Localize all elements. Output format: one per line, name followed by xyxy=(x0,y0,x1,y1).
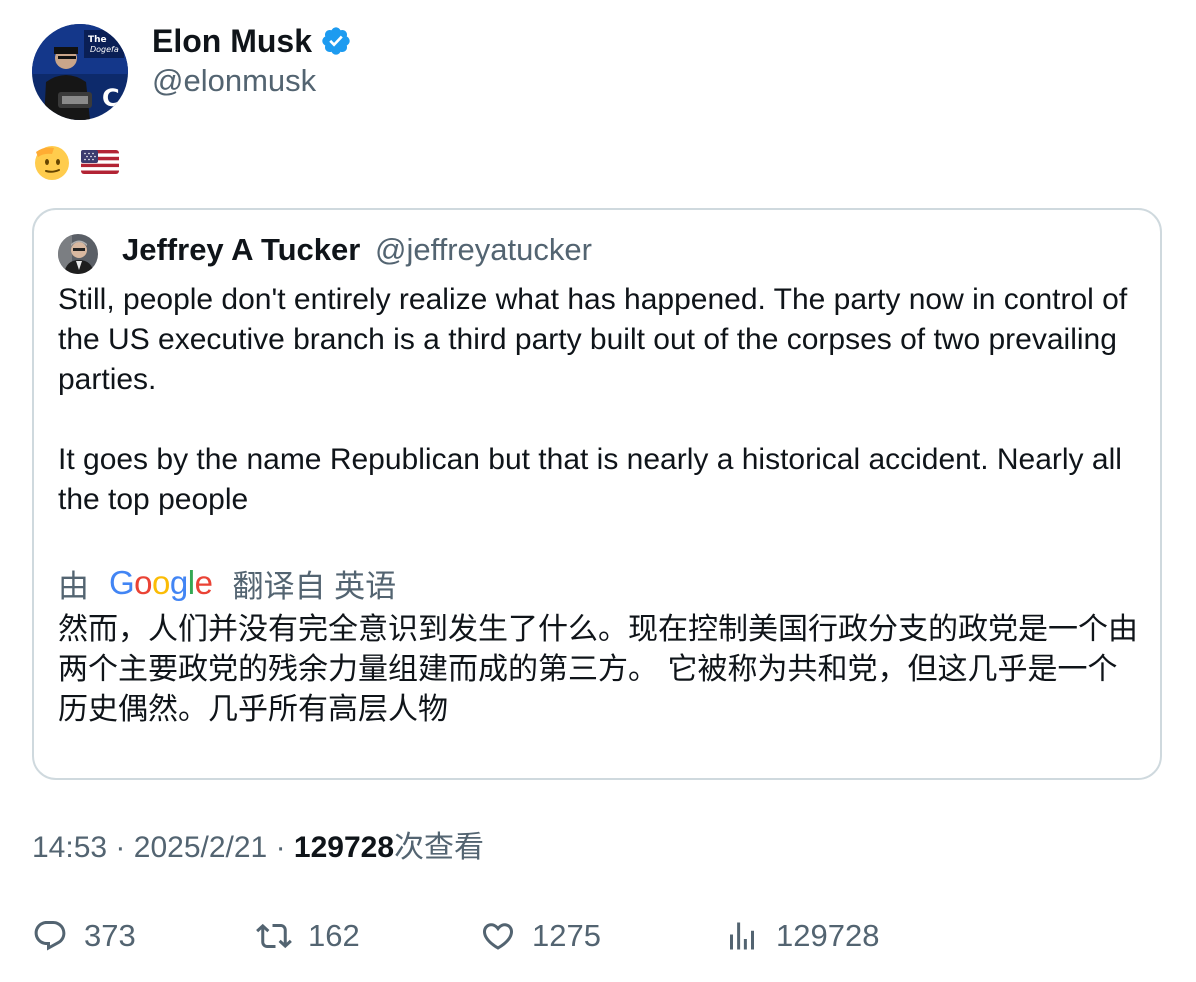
repost-count: 162 xyxy=(308,918,360,953)
reply-button[interactable]: 373 xyxy=(32,912,136,960)
google-logo: Google xyxy=(109,564,213,601)
quoted-tweet-card[interactable]: Jeffrey A Tucker @jeffreyatucker Still, … xyxy=(32,208,1162,780)
tweet-body xyxy=(32,142,120,182)
meta-separator: · xyxy=(275,831,286,864)
repost-icon xyxy=(256,923,292,949)
tweet-meta: 14:53 · 2025/2/21 · 129728次查看 xyxy=(32,826,484,870)
quoted-author-handle: @jeffreyatucker xyxy=(374,232,592,267)
like-button[interactable]: 1275 xyxy=(480,912,601,960)
meta-separator: · xyxy=(115,831,126,864)
tweet-time[interactable]: 14:53 xyxy=(32,831,107,864)
author-name[interactable]: Elon Musk xyxy=(152,22,352,60)
quoted-paragraph-2: It goes by the name Republican but that … xyxy=(58,443,1122,516)
analytics-icon xyxy=(730,922,754,950)
salute-face-icon xyxy=(35,146,69,180)
translation-attribution[interactable]: 由 Google 翻译自 英语 xyxy=(58,560,396,606)
reply-count: 373 xyxy=(84,918,136,953)
tweet-date[interactable]: 2025/2/21 xyxy=(134,831,267,864)
us-flag-icon xyxy=(81,150,119,174)
svg-text:The: The xyxy=(88,35,107,45)
repost-button[interactable]: 162 xyxy=(256,912,360,960)
author-handle[interactable]: @elonmusk xyxy=(152,62,316,100)
author-name-text: Elon Musk xyxy=(152,23,313,59)
views-count: 129728 xyxy=(293,831,395,864)
views-action-count: 129728 xyxy=(776,918,880,953)
translated-text: 然而，人们并没有完全意识到发生了什么。现在控制美国行政分支的政党是一个由两个主要… xyxy=(58,612,1138,727)
quoted-author-avatar[interactable] xyxy=(58,234,98,274)
views-label: 次查看 xyxy=(394,831,485,864)
like-count: 1275 xyxy=(532,918,601,953)
quoted-author-name: Jeffrey A Tucker xyxy=(122,232,361,267)
svg-text:Dogefa: Dogefa xyxy=(90,45,119,54)
reply-icon xyxy=(34,921,66,951)
translation-prefix: 由 xyxy=(58,568,89,604)
heart-icon xyxy=(482,923,514,950)
quoted-paragraph-1: Still, people don't entirely realize wha… xyxy=(58,283,1128,396)
action-bar: 373 162 1275 129728 xyxy=(32,912,1132,960)
author-avatar[interactable]: The Dogefa C xyxy=(32,24,128,120)
quoted-author-line[interactable]: Jeffrey A Tucker @jeffreyatucker xyxy=(122,230,592,270)
verified-badge-icon[interactable] xyxy=(320,25,352,57)
quoted-tweet-text: Still, people don't entirely realize wha… xyxy=(58,280,1138,520)
svg-text:C: C xyxy=(102,84,120,112)
views-button[interactable]: 129728 xyxy=(724,912,879,960)
translation-suffix: 翻译自 英语 xyxy=(232,568,397,604)
